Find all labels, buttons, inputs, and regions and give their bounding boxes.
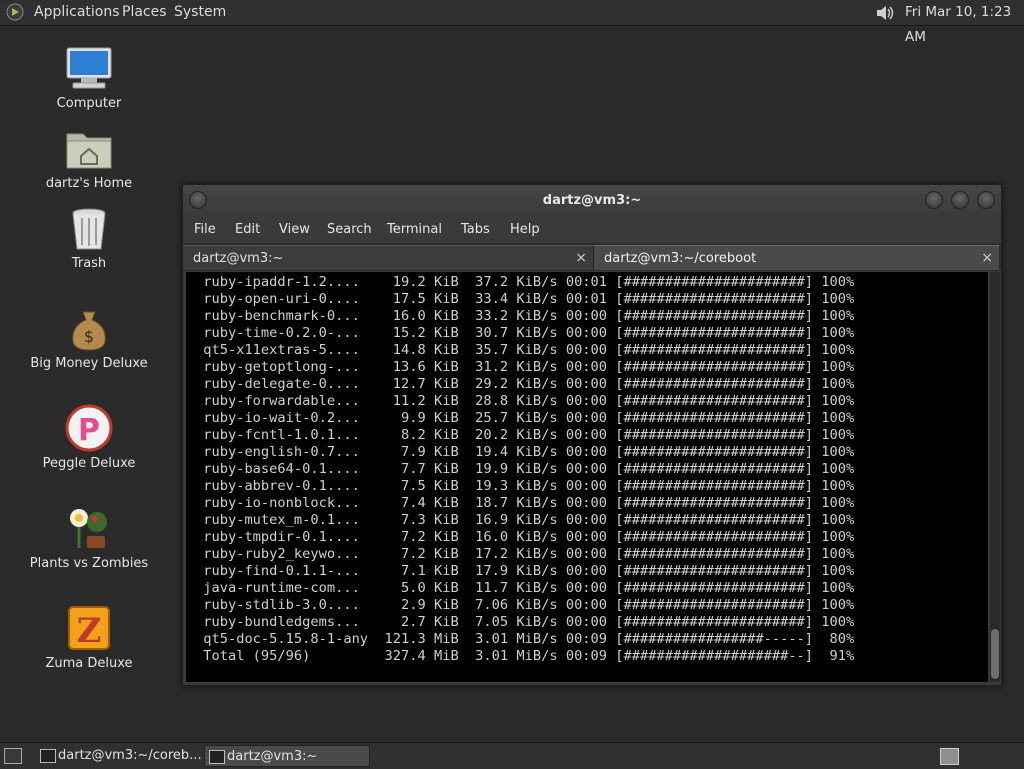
terminal-line: ruby-tmpdir-0.1.... 7.2 KiB 16.0 KiB/s 0… (195, 529, 855, 545)
terminal-line: qt5-x11extras-5.... 14.8 KiB 35.7 KiB/s … (195, 342, 855, 358)
clock[interactable]: Fri Mar 10, 1:23 AM (905, 0, 1024, 45)
trash-icon (65, 204, 113, 252)
desktop-icon-label: Peggle Deluxe (42, 456, 136, 471)
terminal-line: ruby-find-0.1.1-... 7.1 KiB 17.9 KiB/s 0… (195, 563, 855, 579)
terminal-line: ruby-open-uri-0.... 17.5 KiB 33.4 KiB/s … (195, 291, 855, 307)
terminal-line: ruby-delegate-0.... 12.7 KiB 29.2 KiB/s … (195, 376, 855, 392)
menu-bar: File Edit View Search Terminal Tabs Help (183, 217, 1001, 243)
taskbar-item-label: dartz@vm3:~ (227, 749, 318, 764)
desktop-icon-computer[interactable]: Computer (24, 44, 154, 111)
system-menu[interactable]: System (174, 0, 226, 25)
terminal-line: ruby-io-nonblock... 7.4 KiB 18.7 KiB/s 0… (195, 495, 855, 511)
menu-edit[interactable]: Edit (235, 217, 260, 243)
plants-vs-zombies-icon (65, 504, 113, 552)
desktop-icon-peggle[interactable]: P Peggle Deluxe (24, 404, 154, 471)
terminal-icon (209, 750, 225, 764)
desktop-icon-label: Big Money Deluxe (30, 356, 148, 371)
menu-view[interactable]: View (279, 217, 310, 243)
computer-icon (65, 44, 113, 92)
terminal-line: qt5-doc-5.15.8-1-any 121.3 MiB 3.01 MiB/… (195, 631, 855, 647)
tab-coreboot[interactable]: dartz@vm3:~/coreboot × (593, 245, 999, 270)
top-panel: Applications Places System Fri Mar 10, 1… (0, 0, 1024, 45)
gnome-foot-icon[interactable] (6, 3, 24, 21)
terminal-line: ruby-io-wait-0.2... 9.9 KiB 25.7 KiB/s 0… (195, 410, 855, 426)
zuma-icon: Z (65, 604, 113, 652)
terminal-line: ruby-ipaddr-1.2.... 19.2 KiB 37.2 KiB/s … (195, 274, 855, 290)
menu-file[interactable]: File (194, 217, 216, 243)
tab-close-icon[interactable]: × (981, 246, 993, 271)
desktop-icon-label: dartz's Home (45, 176, 133, 191)
desktop-icon-label: Plants vs Zombies (29, 556, 149, 571)
terminal-line: ruby-fcntl-1.0.1... 8.2 KiB 20.2 KiB/s 0… (195, 427, 855, 443)
desktop-icon-plants-vs-zombies[interactable]: Plants vs Zombies (24, 504, 154, 571)
terminal-line: java-runtime-com... 5.0 KiB 11.7 KiB/s 0… (195, 580, 855, 596)
terminal-line: ruby-time-0.2.0-... 15.2 KiB 30.7 KiB/s … (195, 325, 855, 341)
terminal-output[interactable]: ruby-ipaddr-1.2.... 19.2 KiB 37.2 KiB/s … (186, 272, 988, 682)
minimize-button[interactable] (925, 191, 943, 209)
tab-home[interactable]: dartz@vm3:~ × (183, 245, 593, 270)
places-menu[interactable]: Places (122, 0, 167, 25)
svg-text:Z: Z (77, 611, 102, 651)
scrollbar-thumb[interactable] (991, 629, 999, 679)
terminal-line: Total (95/96) 327.4 MiB 3.01 MiB/s 00:09… (195, 648, 855, 664)
terminal-line: ruby-mutex_m-0.1... 7.3 KiB 16.9 KiB/s 0… (195, 512, 855, 528)
terminal-line: ruby-benchmark-0... 16.0 KiB 33.2 KiB/s … (195, 308, 855, 324)
desktop-icon-trash[interactable]: Trash (24, 204, 154, 271)
close-button[interactable] (977, 191, 995, 209)
workspace-switcher[interactable] (940, 748, 959, 765)
terminal-line: ruby-stdlib-3.0.... 2.9 KiB 7.06 KiB/s 0… (195, 597, 855, 613)
menu-search[interactable]: Search (327, 217, 372, 243)
home-folder-icon (65, 124, 113, 172)
window-title: dartz@vm3:~ (542, 193, 642, 208)
terminal-line: ruby-bundledgems... 2.7 KiB 7.05 KiB/s 0… (195, 614, 855, 630)
desktop-icon-home[interactable]: dartz's Home (24, 124, 154, 191)
terminal-line: ruby-base64-0.1.... 7.7 KiB 19.9 KiB/s 0… (195, 461, 855, 477)
menu-terminal[interactable]: Terminal (387, 217, 442, 243)
tab-close-icon[interactable]: × (575, 246, 587, 271)
terminal-line: ruby-english-0.7... 7.9 KiB 19.4 KiB/s 0… (195, 444, 855, 460)
terminal-line: ruby-abbrev-0.1.... 7.5 KiB 19.3 KiB/s 0… (195, 478, 855, 494)
taskbar-item-home[interactable]: dartz@vm3:~ (204, 745, 370, 767)
tab-label: dartz@vm3:~/coreboot (604, 251, 757, 266)
tab-label: dartz@vm3:~ (193, 251, 284, 266)
desktop-icon-label: Computer (56, 96, 122, 111)
desktop-icon-label: Zuma Deluxe (45, 656, 133, 671)
svg-text:$: $ (84, 327, 94, 346)
terminal-window: dartz@vm3:~ File Edit View Search Termin… (182, 184, 1002, 686)
applications-menu[interactable]: Applications (34, 0, 120, 25)
money-bag-icon: $ (65, 304, 113, 352)
menu-help[interactable]: Help (510, 217, 540, 243)
desktop-icon-zuma[interactable]: Z Zuma Deluxe (24, 604, 154, 671)
window-titlebar[interactable]: dartz@vm3:~ (183, 185, 1001, 217)
svg-text:P: P (78, 413, 100, 448)
show-desktop-icon[interactable] (4, 748, 22, 764)
maximize-button[interactable] (951, 191, 969, 209)
taskbar-item-coreboot[interactable]: dartz@vm3:~/coreb... (36, 745, 202, 767)
bottom-panel: dartz@vm3:~/coreb... dartz@vm3:~ (0, 742, 1024, 769)
terminal-line: ruby-forwardable... 11.2 KiB 28.8 KiB/s … (195, 393, 855, 409)
terminal-line: ruby-ruby2_keywo... 7.2 KiB 17.2 KiB/s 0… (195, 546, 855, 562)
terminal-icon (40, 749, 56, 763)
menu-tabs[interactable]: Tabs (461, 217, 490, 243)
taskbar-item-label: dartz@vm3:~/coreb... (58, 748, 202, 763)
desktop-icon-big-money[interactable]: $ Big Money Deluxe (24, 304, 154, 371)
terminal-text: ruby-ipaddr-1.2.... 19.2 KiB 37.2 KiB/s … (186, 272, 988, 665)
terminal-scrollbar[interactable] (990, 272, 1000, 682)
desktop-icon-label: Trash (71, 256, 107, 271)
volume-icon[interactable] (874, 3, 896, 23)
tab-bar: dartz@vm3:~ × dartz@vm3:~/coreboot × (183, 243, 1001, 271)
terminal-line: ruby-getoptlong-... 13.6 KiB 31.2 KiB/s … (195, 359, 855, 375)
peggle-icon: P (65, 404, 113, 452)
